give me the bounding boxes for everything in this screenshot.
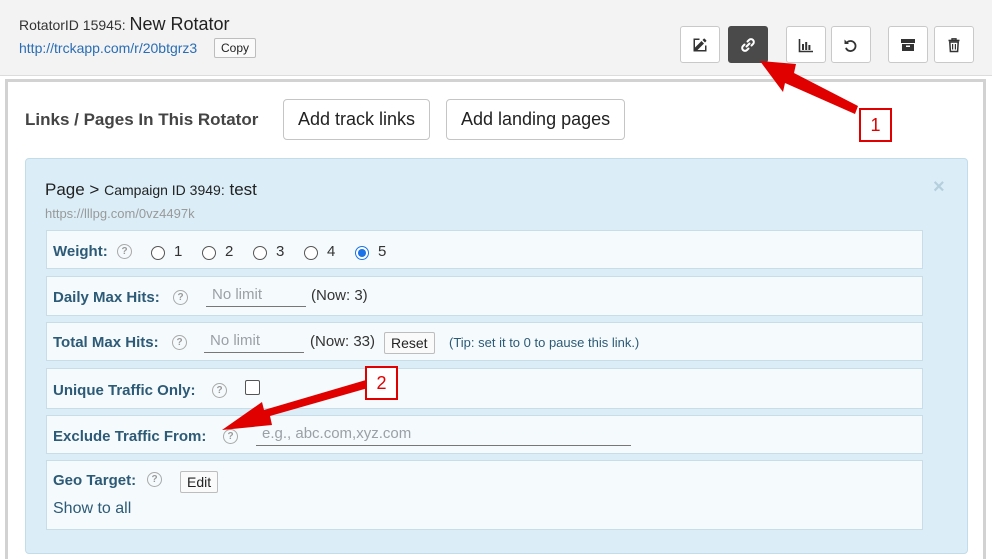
geo-target-row bbox=[46, 460, 923, 530]
geo-target-value: Show to all bbox=[53, 500, 132, 517]
rotator-name: New Rotator bbox=[129, 14, 230, 34]
help-icon[interactable]: ? bbox=[173, 290, 188, 305]
add-track-links-button[interactable]: Add track links bbox=[283, 99, 431, 140]
weight-option-label: 1 bbox=[174, 243, 183, 260]
add-landing-pages-button[interactable]: Add landing pages bbox=[446, 99, 626, 140]
help-icon[interactable]: ? bbox=[223, 429, 238, 444]
close-icon[interactable]: × bbox=[933, 176, 945, 199]
page-prefix: Page > bbox=[45, 180, 100, 199]
help-icon[interactable]: ? bbox=[117, 244, 132, 259]
copy-button[interactable]: Copy bbox=[214, 38, 257, 58]
weight-option-label: 2 bbox=[225, 243, 234, 260]
archive-button[interactable] bbox=[888, 26, 928, 63]
rotator-id: RotatorID 15945: bbox=[19, 17, 126, 33]
geo-target-label: Geo Target: bbox=[53, 472, 137, 489]
exclude-traffic-input[interactable]: e.g., abc.com,xyz.com bbox=[256, 424, 631, 446]
weight-radio-5[interactable] bbox=[355, 246, 369, 260]
total-max-label: Total Max Hits: bbox=[53, 334, 159, 351]
weight-label: Weight: bbox=[53, 243, 108, 260]
edit-icon bbox=[693, 38, 707, 51]
rotator-url-link[interactable]: http://trckapp.com/r/20btgrz3 bbox=[19, 40, 197, 56]
reset-hits-button[interactable]: Reset bbox=[384, 332, 435, 354]
help-icon[interactable]: ? bbox=[147, 472, 162, 487]
total-now-count: (Now: 33) bbox=[310, 333, 376, 350]
archive-icon bbox=[901, 38, 915, 51]
page-url: https://lllpg.com/0vz4497k bbox=[45, 206, 195, 221]
rotator-title: RotatorID 15945: New Rotator bbox=[19, 14, 230, 35]
weight-radio-3[interactable] bbox=[253, 246, 267, 260]
page-heading: Page > Campaign ID 3949: test bbox=[45, 180, 257, 200]
bar-chart-icon bbox=[798, 38, 813, 52]
unique-traffic-label: Unique Traffic Only: bbox=[53, 382, 196, 399]
callout-1: 1 bbox=[859, 108, 892, 142]
weight-option-label: 4 bbox=[327, 243, 336, 260]
reset-button[interactable] bbox=[831, 26, 871, 63]
callout-2: 2 bbox=[365, 366, 398, 400]
weight-option-label: 3 bbox=[276, 243, 285, 260]
total-max-input[interactable]: No limit bbox=[204, 331, 304, 353]
page-name: test bbox=[229, 180, 257, 199]
geo-edit-button[interactable]: Edit bbox=[180, 471, 219, 493]
weight-option-label: 5 bbox=[378, 243, 387, 260]
daily-max-label: Daily Max Hits: bbox=[53, 289, 160, 306]
trash-icon bbox=[948, 37, 960, 52]
weight-radio-1[interactable] bbox=[151, 246, 165, 260]
pause-tip: (Tip: set it to 0 to pause this link.) bbox=[449, 335, 640, 350]
undo-icon bbox=[844, 39, 857, 52]
delete-button[interactable] bbox=[934, 26, 974, 63]
exclude-traffic-label: Exclude Traffic From: bbox=[53, 428, 207, 445]
unique-traffic-checkbox[interactable] bbox=[245, 380, 260, 395]
weight-radio-2[interactable] bbox=[202, 246, 216, 260]
stats-button[interactable] bbox=[786, 26, 826, 63]
daily-now-count: (Now: 3) bbox=[311, 287, 368, 304]
edit-button[interactable] bbox=[680, 26, 720, 63]
campaign-id: Campaign ID 3949: bbox=[104, 182, 225, 198]
link-icon bbox=[741, 37, 755, 52]
help-icon[interactable]: ? bbox=[212, 383, 227, 398]
help-icon[interactable]: ? bbox=[172, 335, 187, 350]
weight-radio-4[interactable] bbox=[304, 246, 318, 260]
section-title: Links / Pages In This Rotator bbox=[25, 110, 259, 129]
daily-max-input[interactable]: No limit bbox=[206, 285, 306, 307]
link-button[interactable] bbox=[728, 26, 768, 63]
